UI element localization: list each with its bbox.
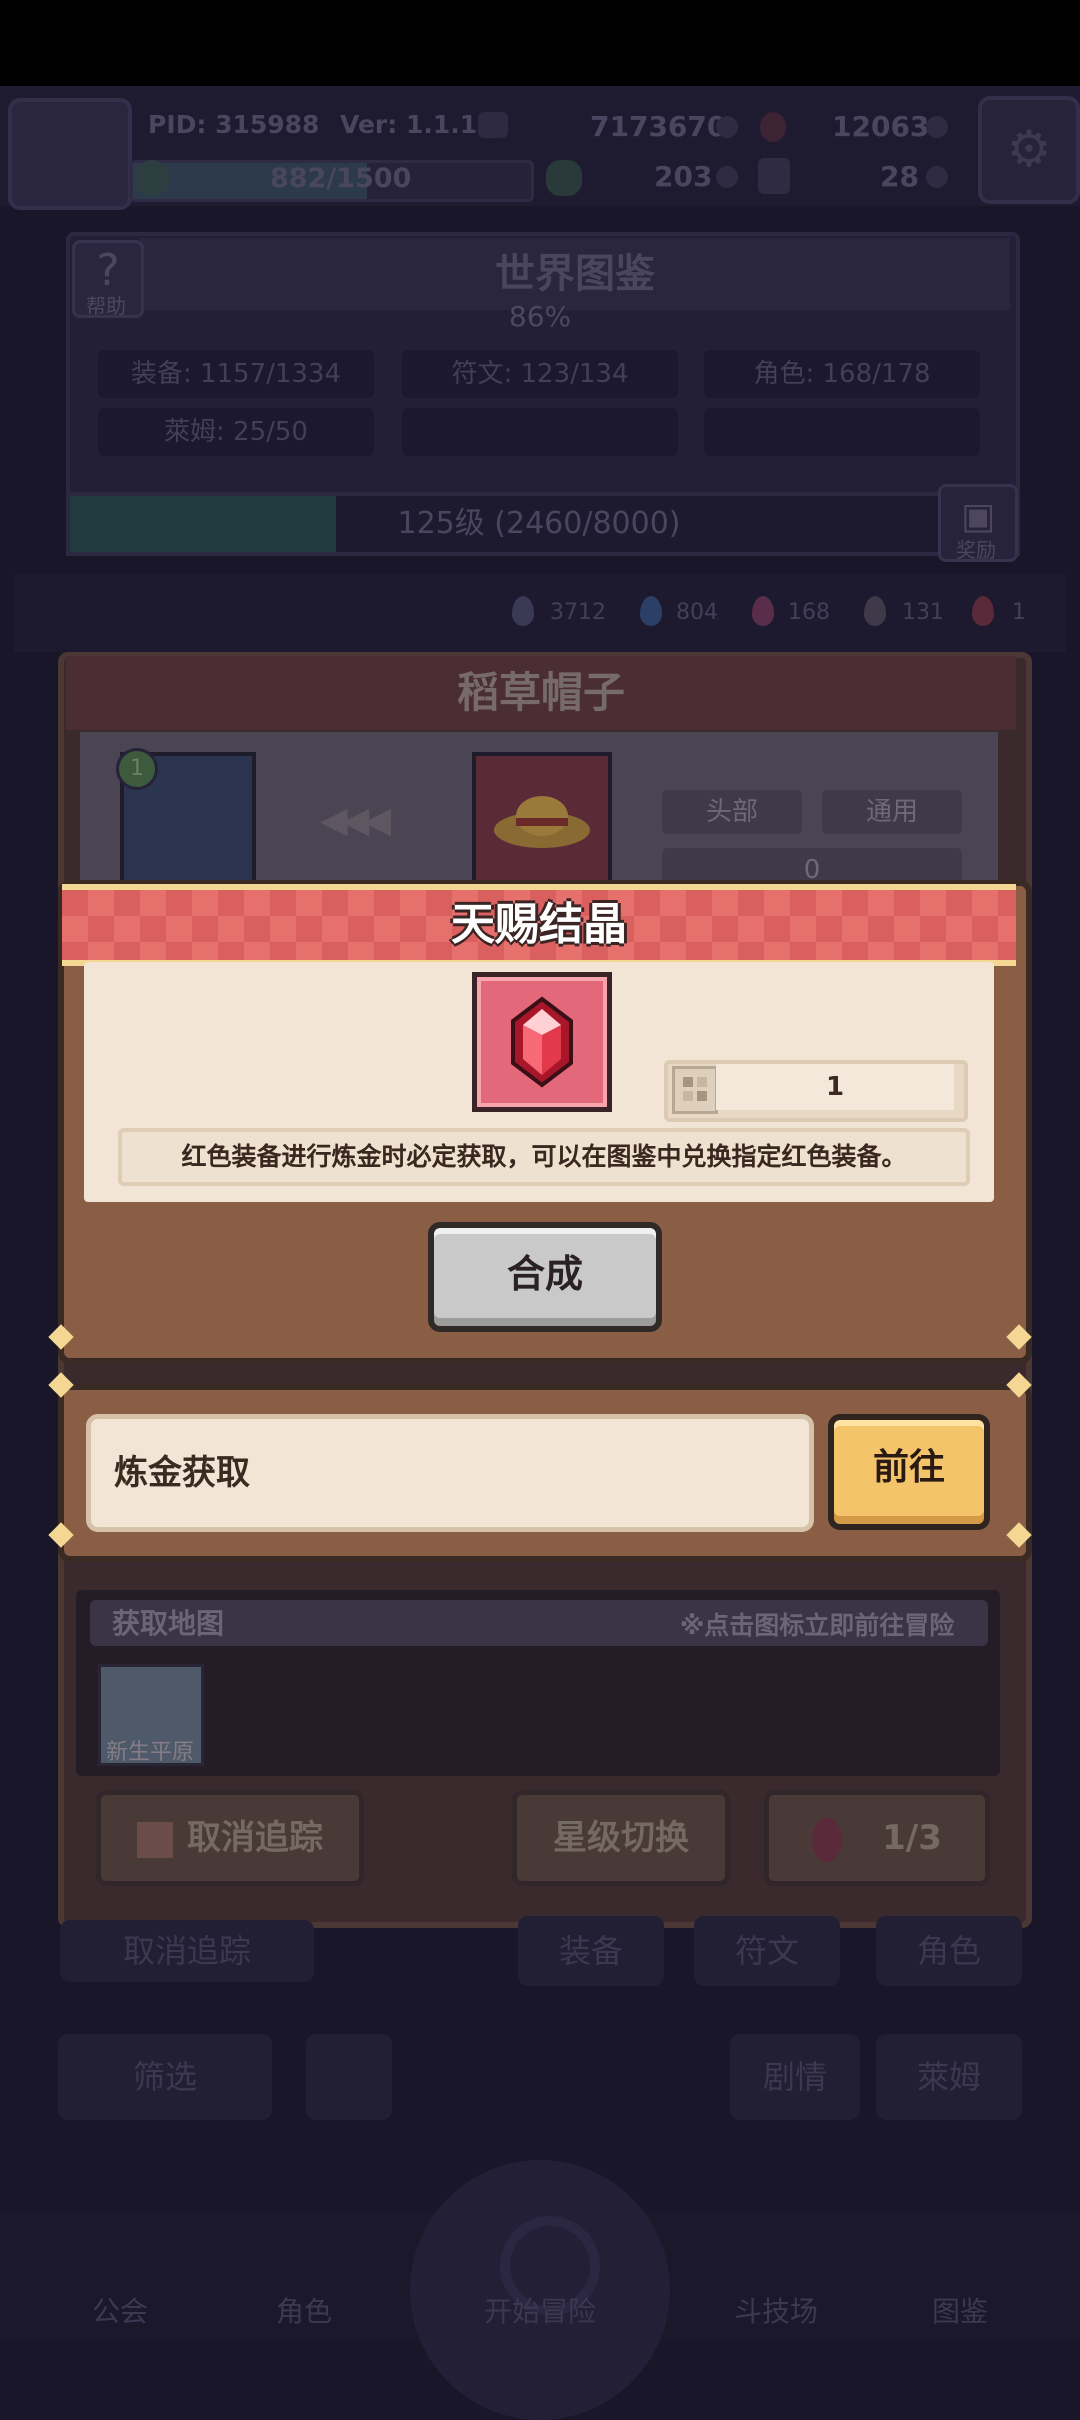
grid-icon: [672, 1066, 718, 1114]
gem-count-1: 3712: [550, 600, 606, 625]
key-icon: [758, 158, 790, 194]
synthesize-button[interactable]: 合成: [428, 1222, 662, 1332]
nav-start-adventure[interactable]: 开始冒险: [440, 2290, 640, 2330]
gem-icon-2: [640, 596, 662, 626]
character-level-badge: 1: [116, 748, 158, 790]
clover-icon: [546, 160, 582, 196]
player-id: PID: 315988: [148, 110, 320, 139]
plot-button[interactable]: 剧情: [730, 2034, 860, 2120]
player-avatar[interactable]: [8, 98, 132, 210]
stat-runes: 符文: 123/134: [402, 350, 678, 398]
status-bar: [0, 0, 1080, 86]
untrack-button[interactable]: 取消追踪: [96, 1790, 364, 1886]
plus-key-icon[interactable]: [926, 166, 948, 188]
nav-arena[interactable]: 斗技场: [686, 2290, 866, 2330]
plus-clover-icon[interactable]: [716, 166, 738, 188]
crystal-dialog-title: 天赐结晶: [451, 899, 627, 950]
gem-icon-5: [972, 596, 994, 626]
codex-percent: 86%: [508, 300, 572, 333]
settings-gear-icon[interactable]: ⚙: [978, 96, 1080, 204]
red-gem-icon: [760, 112, 786, 142]
crystal-item-slot[interactable]: [472, 972, 612, 1112]
crystal-quantity: 1: [716, 1064, 954, 1110]
tab-runes[interactable]: 符文: [694, 1916, 840, 1986]
clover-count: 203: [654, 160, 713, 193]
red-gem-count: 12063: [832, 110, 930, 143]
plus-gold-icon[interactable]: [716, 116, 738, 138]
nav-codex[interactable]: 图鉴: [870, 2290, 1050, 2330]
key-count: 28: [880, 160, 919, 193]
gem-icon-3: [752, 596, 774, 626]
map-name: 新生平原: [105, 1740, 194, 1765]
stat-equipment: 装备: 1157/1334: [98, 350, 374, 398]
red-gem-icon: [812, 1817, 843, 1862]
gem-count-3: 168: [788, 600, 830, 625]
item-title: 稻草帽子: [456, 668, 625, 717]
filter-button[interactable]: 筛选: [58, 2034, 272, 2120]
copy-icon[interactable]: [478, 112, 508, 138]
slot-tag: 头部: [662, 790, 802, 834]
codex-level-text: 125级 (2460/8000): [397, 506, 681, 541]
red-crystal-icon: [511, 996, 573, 1088]
gem-icon-1: [512, 596, 534, 626]
gem-count-4: 131: [902, 600, 944, 625]
arrow-left-icon: ◀◀◀: [320, 800, 391, 841]
help-label: 帮助: [86, 294, 126, 318]
stat-slime: 萊姆: 25/50: [98, 408, 374, 456]
stat-characters: 角色: 168/178: [704, 350, 980, 398]
map-hint: ※点击图标立即前往冒险: [680, 1611, 955, 1640]
gold-count: 7173670: [590, 110, 727, 143]
xp-text: 882/1500: [270, 163, 412, 194]
source-label: 炼金获取: [114, 1453, 250, 1493]
bg-untrack-button[interactable]: 取消追踪: [60, 1920, 314, 1982]
tab-equipment[interactable]: 装备: [518, 1916, 664, 1986]
crystal-description: 红色装备进行炼金时必定获取，可以在图鉴中兑换指定红色装备。: [118, 1128, 970, 1186]
tab-characters[interactable]: 角色: [876, 1916, 1022, 1986]
nav-characters[interactable]: 角色: [214, 2290, 394, 2330]
slime-button[interactable]: 萊姆: [876, 2034, 1022, 2120]
stat-empty-1: [402, 408, 678, 456]
map-header-label: 获取地图: [112, 1607, 225, 1640]
star-count: 1/3: [882, 1818, 942, 1858]
sort-button[interactable]: [306, 2034, 392, 2120]
xp-gem-icon: [134, 160, 170, 196]
plus-gem-icon[interactable]: [926, 116, 948, 138]
untrack-label: 取消追踪: [187, 1818, 323, 1858]
go-button[interactable]: 前往: [828, 1414, 990, 1530]
thumb-icon: [137, 1821, 173, 1858]
gem-count-5: 1: [1012, 600, 1026, 625]
nav-guild[interactable]: 公会: [30, 2290, 210, 2330]
gem-icon-4: [864, 596, 886, 626]
straw-hat-icon: [494, 796, 590, 848]
class-tag: 通用: [822, 790, 962, 834]
straw-hat-item[interactable]: [472, 752, 612, 888]
stat-empty-2: [704, 408, 980, 456]
reward-label: 奖励: [956, 538, 996, 562]
star-switch-button[interactable]: 星级切换: [512, 1790, 730, 1886]
star-count-button[interactable]: 1/3: [764, 1790, 990, 1886]
gem-count-2: 804: [676, 600, 718, 625]
